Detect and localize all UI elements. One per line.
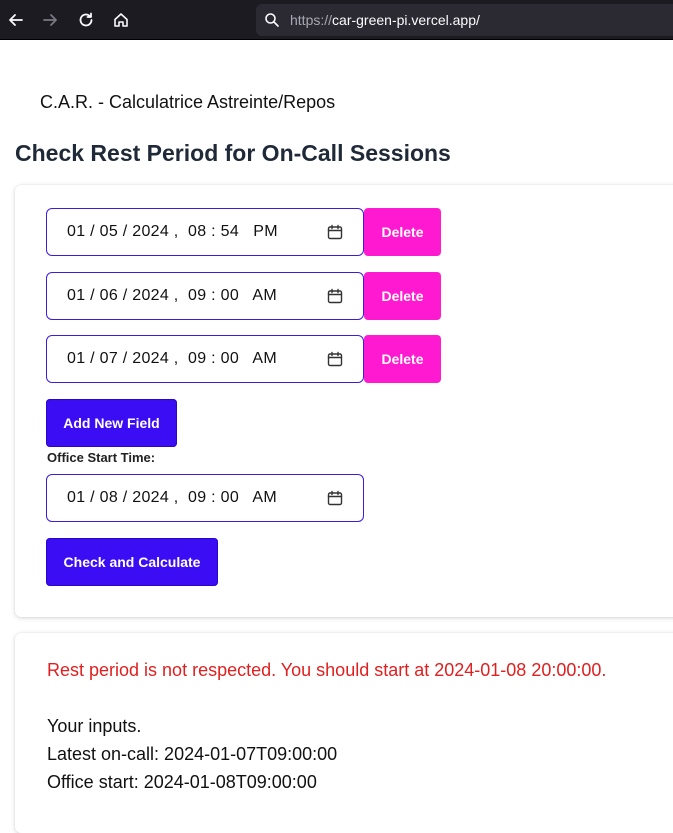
office-start-input[interactable]: 01 / 08 / 2024 , 09 : 00 AM [46,474,364,522]
browser-toolbar: https://car-green-pi.vercel.app/ [0,0,673,40]
add-new-field-button[interactable]: Add New Field [46,399,177,447]
office-start-value: 01 / 08 / 2024 , 09 : 00 AM [67,489,278,506]
session-datetime-value: 01 / 07 / 2024 , 09 : 00 AM [67,350,278,367]
url-protocol: https:// [290,12,333,28]
delete-button[interactable]: Delete [364,208,441,256]
delete-button[interactable]: Delete [364,272,441,320]
app-title: C.A.R. - Calculatrice Astreinte/Repos [40,92,336,112]
result-error-message: Rest period is not respected. You should… [47,660,607,680]
session-datetime-value: 01 / 05 / 2024 , 08 : 54 PM [67,223,278,240]
calendar-icon[interactable] [327,224,343,240]
session-datetime-input[interactable]: 01 / 05 / 2024 , 08 : 54 PM [46,208,364,256]
calendar-icon[interactable] [327,490,343,506]
search-icon [265,13,279,27]
home-icon[interactable] [109,8,133,32]
page-title: Check Rest Period for On-Call Sessions [15,140,451,166]
office-start-text: Office start: 2024-01-08T09:00:00 [47,772,317,792]
calendar-icon[interactable] [327,288,343,304]
url-text: https://car-green-pi.vercel.app/ [290,12,480,28]
url-host: car-green-pi.vercel.app/ [332,12,480,28]
session-datetime-input[interactable]: 01 / 06 / 2024 , 09 : 00 AM [46,272,364,320]
forward-icon[interactable] [38,8,62,32]
session-datetime-value: 01 / 06 / 2024 , 09 : 00 AM [67,287,278,304]
calendar-icon[interactable] [327,351,343,367]
latest-oncall-text: Latest on-call: 2024-01-07T09:00:00 [47,744,338,764]
reload-icon[interactable] [74,8,98,32]
inputs-heading: Your inputs. [47,716,142,736]
url-bar[interactable]: https://car-green-pi.vercel.app/ [256,4,673,36]
session-datetime-input[interactable]: 01 / 07 / 2024 , 09 : 00 AM [46,335,364,383]
check-calculate-button[interactable]: Check and Calculate [46,538,218,586]
back-icon[interactable] [4,8,28,32]
delete-button[interactable]: Delete [364,335,441,383]
office-start-label: Office Start Time: [47,450,156,465]
